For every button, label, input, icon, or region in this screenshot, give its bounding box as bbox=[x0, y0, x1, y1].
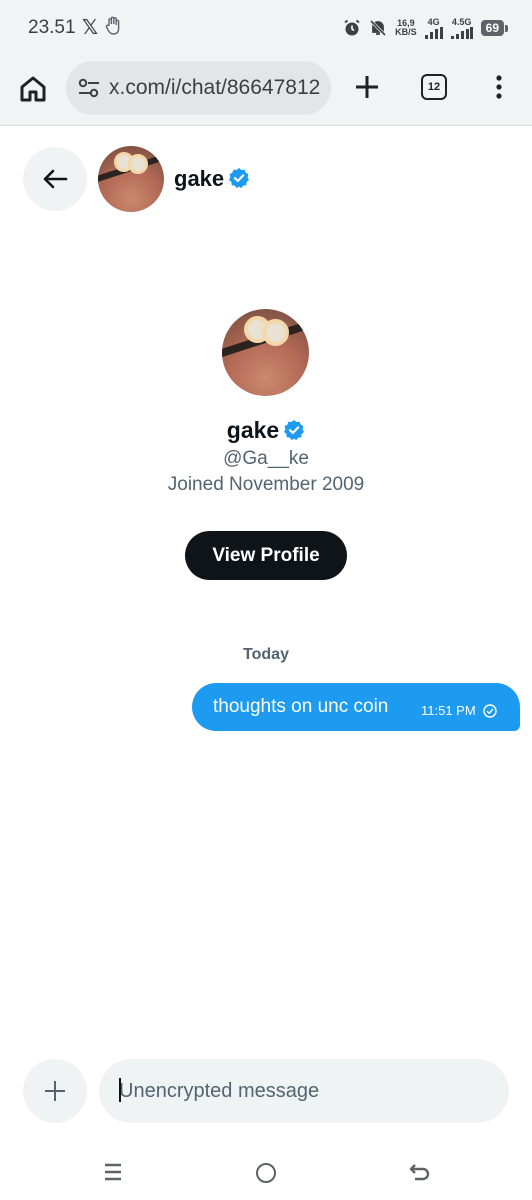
sim2-signal: 4.5G bbox=[450, 16, 473, 39]
mute-icon bbox=[370, 19, 387, 37]
profile-avatar[interactable] bbox=[222, 309, 309, 396]
home-nav-icon[interactable] bbox=[256, 1163, 276, 1183]
message-bubble[interactable]: thoughts on unc coin 11:51 PM bbox=[192, 683, 520, 731]
message-composer[interactable] bbox=[99, 1059, 509, 1123]
tab-switcher-button[interactable]: 12 bbox=[421, 74, 447, 100]
verified-badge-icon bbox=[229, 168, 250, 189]
message-input[interactable] bbox=[119, 1059, 489, 1123]
verified-badge-icon bbox=[284, 420, 305, 441]
chat-title-name: gake bbox=[174, 166, 225, 191]
status-bar: 23.51 𝕏 16,9 KB/S 4G 4.5G 69 bbox=[0, 0, 532, 58]
chat-title[interactable]: gake bbox=[174, 166, 250, 192]
address-bar[interactable]: x.com/i/chat/86647812 bbox=[66, 61, 331, 115]
back-nav-icon[interactable] bbox=[409, 1162, 431, 1182]
view-profile-button[interactable]: View Profile bbox=[185, 531, 347, 580]
url-text[interactable]: x.com/i/chat/86647812 bbox=[109, 76, 320, 100]
add-attachment-button[interactable] bbox=[23, 1059, 87, 1123]
message-time: 11:51 PM bbox=[421, 703, 476, 718]
sim1-signal: 4G bbox=[424, 16, 443, 39]
status-icons: 16,9 KB/S 4G 4.5G 69 bbox=[343, 14, 509, 42]
signal-icon bbox=[450, 26, 473, 39]
day-divider: Today bbox=[243, 646, 289, 663]
net-speed-unit: KB/S bbox=[395, 27, 417, 37]
status-time: 23.51 bbox=[28, 17, 76, 38]
profile-joined-date: Joined November 2009 bbox=[167, 474, 365, 495]
text-cursor bbox=[119, 1078, 121, 1102]
system-nav-bar bbox=[0, 1145, 532, 1200]
battery-icon: 69 bbox=[480, 20, 509, 36]
browser-toolbar: x.com/i/chat/86647812 12 bbox=[0, 58, 532, 126]
site-settings-icon[interactable] bbox=[78, 78, 100, 98]
profile-handle: @Ga__ke bbox=[223, 448, 309, 469]
profile-name: gake bbox=[0, 417, 532, 444]
sim1-label: 4G bbox=[427, 16, 440, 27]
avatar[interactable] bbox=[98, 146, 164, 212]
alarm-icon bbox=[344, 19, 360, 36]
sim2-label: 4.5G bbox=[451, 16, 472, 27]
new-tab-icon[interactable] bbox=[352, 72, 382, 102]
home-icon[interactable] bbox=[16, 72, 50, 106]
profile-name-text: gake bbox=[226, 417, 280, 443]
menu-icon[interactable] bbox=[490, 73, 508, 101]
signal-icon bbox=[424, 26, 443, 39]
arrow-left-icon bbox=[43, 169, 68, 189]
back-button[interactable] bbox=[23, 147, 87, 211]
sent-check-icon bbox=[483, 704, 497, 718]
message-text: thoughts on unc coin bbox=[213, 696, 389, 717]
plus-icon bbox=[45, 1081, 65, 1101]
net-speed: 16,9 KB/S bbox=[395, 19, 417, 37]
hand-icon bbox=[105, 16, 120, 35]
recents-icon[interactable] bbox=[103, 1163, 123, 1181]
x-logo-icon: 𝕏 bbox=[82, 17, 99, 39]
